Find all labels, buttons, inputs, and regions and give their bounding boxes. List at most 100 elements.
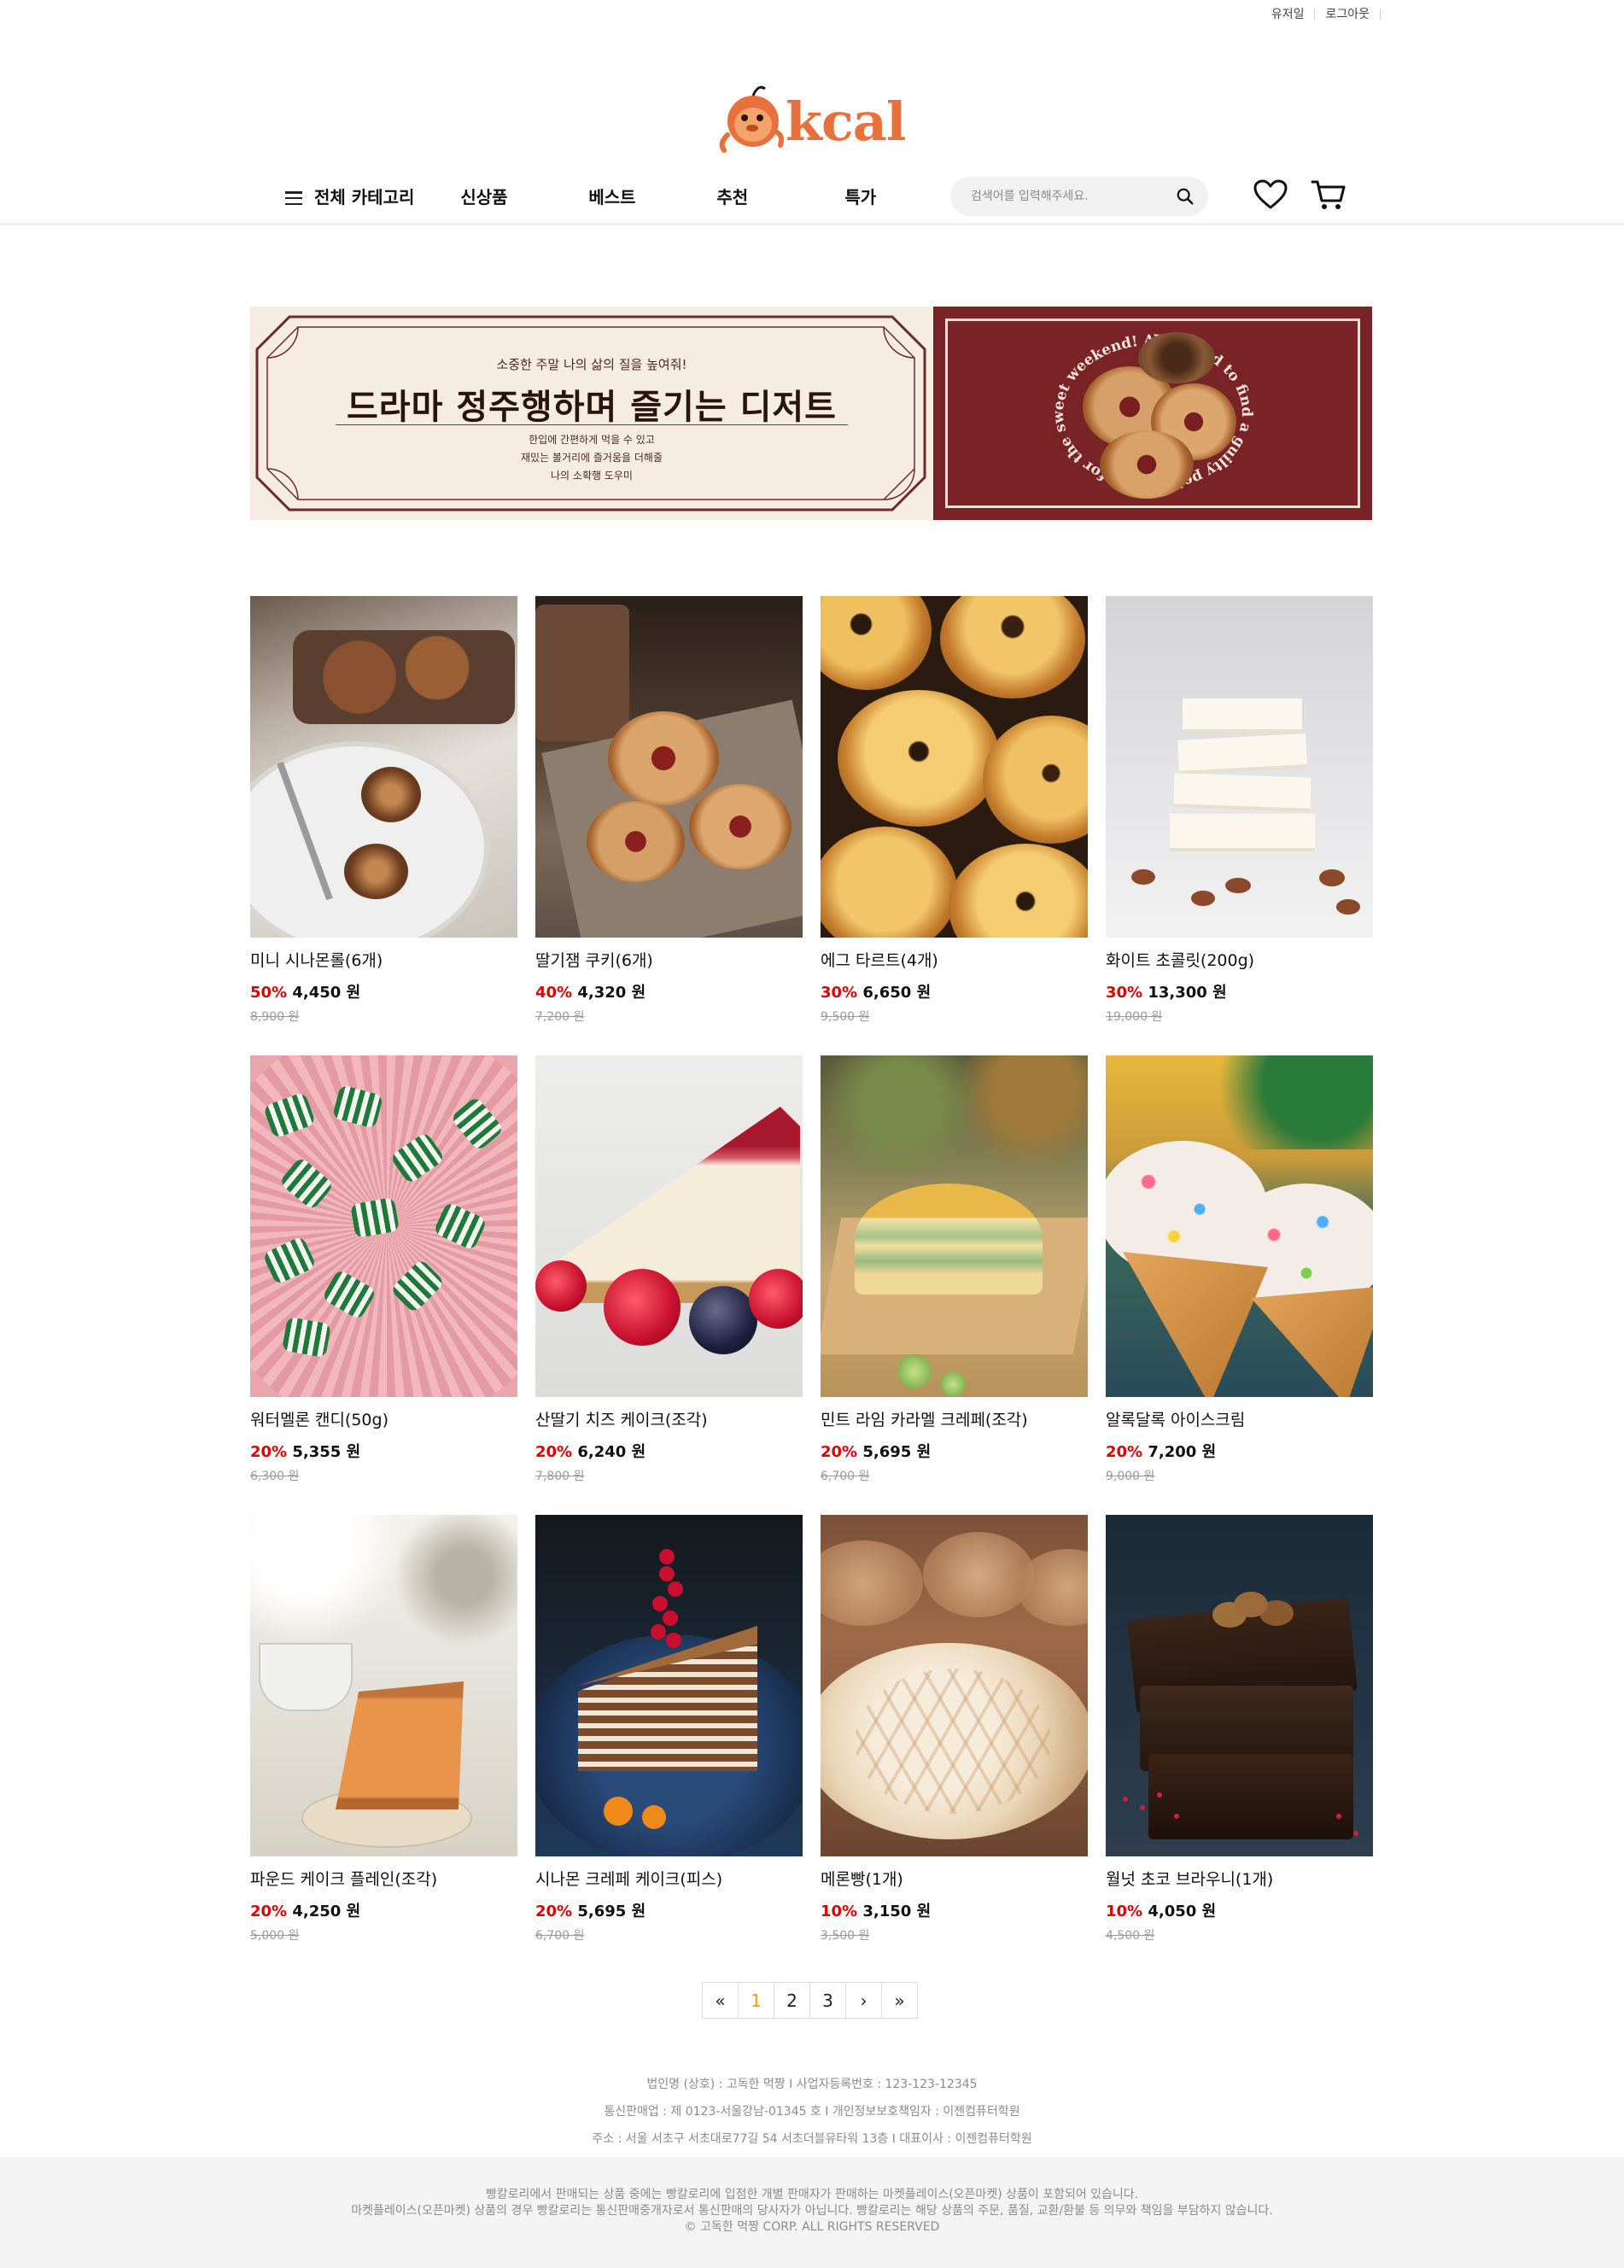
- product-name[interactable]: 파운드 케이크 플레인(조각): [250, 1867, 517, 1891]
- discount-rate: 10%: [821, 1903, 858, 1920]
- logo-text: kcal: [786, 91, 906, 153]
- sale-price: 4,450 원: [292, 984, 361, 1002]
- site-logo[interactable]: kcal: [716, 75, 920, 161]
- original-price: 4,500 원: [1106, 1929, 1155, 1943]
- sale-price: 6,240 원: [577, 1443, 646, 1461]
- product-card[interactable]: 알록달록 아이스크림 20% 7,200 원 9,000 원: [1106, 1055, 1373, 1515]
- util-bar: 유저일 로그아웃: [1261, 9, 1381, 20]
- original-price: 9,000 원: [1106, 1470, 1155, 1483]
- main-nav: 전체 카테고리 신상품 베스트 추천 특가: [0, 171, 1624, 225]
- product-price: 20% 4,250 원: [250, 1899, 517, 1921]
- banner-divider: [336, 424, 848, 425]
- banner-sub-line: 재밌는 볼거리에 즐거움을 더해줄: [520, 452, 663, 464]
- footer-notice: 빵칼로리에서 판매되는 상품 중에는 빵칼로리에 입점한 개별 판매자가 판매하…: [0, 2157, 1624, 2268]
- product-card[interactable]: 에그 타르트(4개) 30% 6,650 원 9,500 원: [821, 596, 1088, 1055]
- product-image[interactable]: [535, 1055, 803, 1397]
- user-link[interactable]: 유저일: [1261, 9, 1316, 20]
- footer-info-line: 법인명 (상호) : 고독한 먹짱 I 사업자등록번호 : 123-123-12…: [646, 2078, 978, 2091]
- product-image[interactable]: [250, 1515, 517, 1856]
- product-image[interactable]: [821, 596, 1088, 938]
- product-image[interactable]: [535, 1515, 803, 1856]
- footer-notice-line: 빵칼로리에서 판매되는 상품 중에는 빵칼로리에 입점한 개별 판매자가 판매하…: [485, 2188, 1139, 2201]
- page-last-button[interactable]: »: [881, 1982, 918, 2019]
- sale-price: 13,300 원: [1148, 984, 1227, 1002]
- product-image[interactable]: [821, 1055, 1088, 1397]
- nav-all-categories[interactable]: 전체 카테고리: [314, 184, 414, 208]
- page-next-button[interactable]: ›: [845, 1982, 882, 2019]
- product-name[interactable]: 딸기잼 쿠키(6개): [535, 948, 803, 972]
- nav-recommend[interactable]: 추천: [716, 184, 844, 208]
- product-price: 20% 7,200 원: [1106, 1440, 1373, 1462]
- discount-rate: 40%: [535, 984, 573, 1002]
- product-name[interactable]: 화이트 초콜릿(200g): [1106, 948, 1373, 972]
- product-image[interactable]: [250, 1055, 517, 1397]
- page-3-button[interactable]: 3: [809, 1982, 846, 2019]
- product-name[interactable]: 알록달록 아이스크림: [1106, 1407, 1373, 1431]
- product-image[interactable]: [535, 596, 803, 938]
- product-name[interactable]: 월넛 초코 브라우니(1개): [1106, 1867, 1373, 1891]
- discount-rate: 20%: [250, 1443, 288, 1461]
- product-card[interactable]: 민트 라임 카라멜 크레페(조각) 20% 5,695 원 6,700 원: [821, 1055, 1088, 1515]
- discount-rate: 20%: [821, 1443, 858, 1461]
- product-price: 10% 3,150 원: [821, 1899, 1088, 1921]
- product-image[interactable]: [821, 1515, 1088, 1856]
- product-image[interactable]: [1106, 1055, 1373, 1397]
- sale-price: 5,695 원: [577, 1903, 646, 1920]
- footer-info-line: 통신판매업 : 제 0123-서울강남-01345 호 I 개인정보보호책임자 …: [604, 2105, 1020, 2119]
- search-box: [950, 177, 1208, 216]
- banner-right: I wanted to find a guilty pet dessert fo…: [933, 307, 1372, 520]
- banner-left: 소중한 주말 나의 삶의 질을 높여줘! 드라마 정주행하며 즐기는 디저트 한…: [250, 307, 933, 520]
- product-price: 20% 6,240 원: [535, 1440, 803, 1462]
- product-name[interactable]: 워터멜론 캔디(50g): [250, 1407, 517, 1431]
- product-name[interactable]: 민트 라임 카라멜 크레페(조각): [821, 1407, 1088, 1431]
- sale-price: 4,250 원: [292, 1903, 361, 1920]
- menu-icon[interactable]: [285, 191, 302, 205]
- page-1-button[interactable]: 1: [738, 1982, 774, 2019]
- product-name[interactable]: 메론빵(1개): [821, 1867, 1088, 1891]
- product-image[interactable]: [250, 596, 517, 938]
- discount-rate: 30%: [821, 984, 858, 1002]
- product-card[interactable]: 산딸기 치즈 케이크(조각) 20% 6,240 원 7,800 원: [535, 1055, 803, 1515]
- footer-copyright: © 고독한 먹짱 CORP. ALL RIGHTS RESERVED: [684, 2220, 940, 2234]
- discount-rate: 20%: [250, 1903, 288, 1920]
- product-price: 30% 6,650 원: [821, 980, 1088, 1002]
- pagination: « 1 2 3 › »: [702, 1982, 918, 2019]
- page-first-button[interactable]: «: [702, 1982, 739, 2019]
- sale-price: 5,695 원: [862, 1443, 932, 1461]
- product-image[interactable]: [1106, 596, 1373, 938]
- search-input[interactable]: [971, 190, 1159, 203]
- search-icon[interactable]: [1176, 187, 1195, 206]
- product-card[interactable]: 워터멜론 캔디(50g) 20% 5,355 원 6,300 원: [250, 1055, 517, 1515]
- product-image[interactable]: [1106, 1515, 1373, 1856]
- logout-link[interactable]: 로그아웃: [1315, 9, 1381, 20]
- original-price: 6,700 원: [821, 1470, 870, 1483]
- original-price: 3,500 원: [821, 1929, 870, 1943]
- nav-new[interactable]: 신상품: [460, 184, 588, 208]
- product-name[interactable]: 산딸기 치즈 케이크(조각): [535, 1407, 803, 1431]
- banner-sub-line: 한입에 간편하게 먹을 수 있고: [529, 434, 655, 446]
- product-card[interactable]: 시나몬 크레페 케이크(피스) 20% 5,695 원 6,700 원: [535, 1515, 803, 1974]
- product-name[interactable]: 시나몬 크레페 케이크(피스): [535, 1867, 803, 1891]
- product-card[interactable]: 월넛 초코 브라우니(1개) 10% 4,050 원 4,500 원: [1106, 1515, 1373, 1974]
- product-card[interactable]: 파운드 케이크 플레인(조각) 20% 4,250 원 5,000 원: [250, 1515, 517, 1974]
- product-card[interactable]: 메론빵(1개) 10% 3,150 원 3,500 원: [821, 1515, 1088, 1974]
- product-card[interactable]: 딸기잼 쿠키(6개) 40% 4,320 원 7,200 원: [535, 596, 803, 1055]
- banner-sub-line: 나의 소확행 도우미: [551, 470, 633, 482]
- product-price: 30% 13,300 원: [1106, 980, 1373, 1002]
- product-card[interactable]: 미니 시나몬롤(6개) 50% 4,450 원 8,900 원: [250, 596, 517, 1055]
- page-2-button[interactable]: 2: [774, 1982, 810, 2019]
- cart-icon[interactable]: [1311, 178, 1347, 212]
- discount-rate: 50%: [250, 984, 288, 1002]
- heart-icon[interactable]: [1253, 179, 1288, 210]
- product-name[interactable]: 에그 타르트(4개): [821, 948, 1088, 972]
- original-price: 6,700 원: [535, 1929, 585, 1943]
- product-grid: 미니 시나몬롤(6개) 50% 4,450 원 8,900 원 딸기잼 쿠키(6…: [250, 596, 1373, 1974]
- banner-subtext: 한입에 간편하게 먹을 수 있고 재밌는 볼거리에 즐거움을 더해줄 나의 소확…: [250, 431, 933, 485]
- nav-best[interactable]: 베스트: [588, 184, 716, 208]
- footer-company-info: 법인명 (상호) : 고독한 먹짱 I 사업자등록번호 : 123-123-12…: [0, 2071, 1624, 2153]
- promo-banner[interactable]: 소중한 주말 나의 삶의 질을 높여줘! 드라마 정주행하며 즐기는 디저트 한…: [250, 307, 1372, 520]
- product-name[interactable]: 미니 시나몬롤(6개): [250, 948, 517, 972]
- discount-rate: 30%: [1106, 984, 1143, 1002]
- discount-rate: 20%: [1106, 1443, 1143, 1461]
- product-card[interactable]: 화이트 초콜릿(200g) 30% 13,300 원 19,000 원: [1106, 596, 1373, 1055]
